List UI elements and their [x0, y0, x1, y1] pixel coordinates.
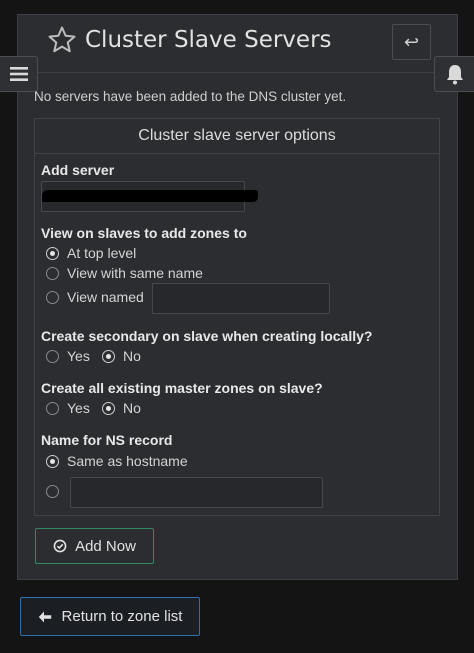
ns-custom-input[interactable]	[70, 477, 323, 508]
ns-custom-option[interactable]	[46, 485, 67, 498]
existing-no-text: No	[123, 400, 141, 416]
add-now-label: Add Now	[75, 537, 136, 555]
existing-yes-radio[interactable]	[46, 401, 59, 415]
add-now-button[interactable]: Add Now	[35, 528, 154, 564]
return-label: Return to zone list	[61, 608, 183, 625]
view-same-name-radio[interactable]	[46, 266, 59, 280]
info-message: No servers have been added to the DNS cl…	[34, 89, 347, 104]
secondary-no-option[interactable]: No	[102, 348, 141, 364]
ns-custom-radio[interactable]	[46, 485, 59, 498]
ns-same-hostname-radio[interactable]	[46, 454, 59, 468]
redaction-mark	[42, 190, 258, 202]
secondary-yes-radio[interactable]	[46, 349, 59, 363]
panel-header: Cluster Slave Servers ↩	[18, 15, 457, 73]
add-server-label: Add server	[41, 162, 115, 178]
view-label: View on slaves to add zones to	[41, 225, 247, 241]
view-top-level-option[interactable]: At top level	[46, 245, 136, 261]
view-same-name-text: View with same name	[67, 265, 203, 281]
ns-same-hostname-option[interactable]: Same as hostname	[46, 453, 188, 469]
existing-yes-option[interactable]: Yes	[46, 400, 90, 416]
existing-no-radio[interactable]	[102, 401, 115, 415]
view-top-level-text: At top level	[67, 245, 137, 261]
existing-zones-label: Create all existing master zones on slav…	[41, 380, 323, 396]
secondary-no-text: No	[123, 348, 141, 364]
ns-same-hostname-text: Same as hostname	[67, 453, 188, 469]
ns-record-label: Name for NS record	[41, 432, 173, 448]
options-heading: Cluster slave server options	[35, 119, 439, 154]
view-same-name-option[interactable]: View with same name	[46, 265, 203, 281]
return-to-zone-list-button[interactable]: Return to zone list	[20, 597, 200, 636]
secondary-label: Create secondary on slave when creating …	[41, 328, 373, 344]
view-top-level-radio[interactable]	[46, 246, 59, 260]
menu-button[interactable]	[0, 56, 38, 92]
secondary-no-radio[interactable]	[102, 349, 115, 363]
check-circle-icon	[53, 539, 67, 553]
view-named-text: View named	[67, 289, 144, 305]
bell-icon	[446, 65, 463, 85]
view-named-radio[interactable]	[46, 290, 59, 304]
existing-no-option[interactable]: No	[102, 400, 141, 416]
secondary-yes-text: Yes	[67, 348, 90, 364]
view-named-input[interactable]	[152, 283, 330, 314]
return-arrow-icon: ↩	[403, 31, 420, 53]
star-icon[interactable]	[47, 25, 77, 55]
existing-yes-text: Yes	[67, 400, 90, 416]
secondary-yes-option[interactable]: Yes	[46, 348, 90, 364]
view-named-option[interactable]: View named	[46, 289, 144, 305]
page-title: Cluster Slave Servers	[85, 27, 332, 53]
back-button[interactable]: ↩	[392, 24, 431, 60]
arrow-left-icon	[38, 611, 51, 622]
hamburger-menu-icon	[9, 67, 28, 81]
notifications-button[interactable]	[434, 56, 474, 92]
